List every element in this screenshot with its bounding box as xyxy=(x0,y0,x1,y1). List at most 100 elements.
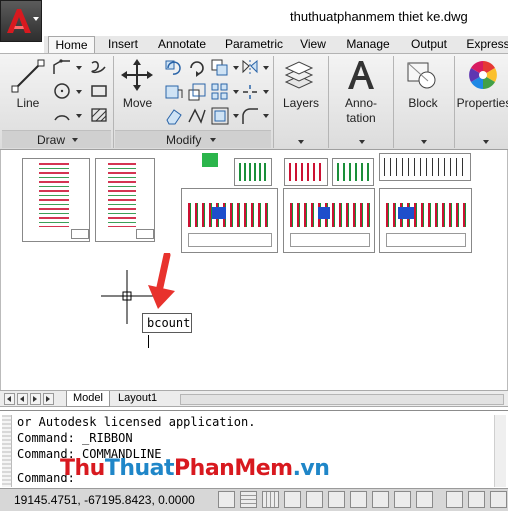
properties-dropdown-icon[interactable] xyxy=(483,140,489,144)
panel-separator xyxy=(113,56,114,148)
block-label[interactable]: Block xyxy=(402,96,444,111)
annotation-dropdown-icon[interactable] xyxy=(359,140,365,144)
draw-panel-title[interactable]: Draw xyxy=(37,133,65,147)
layers-dropdown-icon[interactable] xyxy=(298,140,304,144)
line-icon[interactable] xyxy=(10,58,46,94)
stretch-icon[interactable] xyxy=(164,82,184,102)
infer-constraints-button[interactable] xyxy=(218,491,235,508)
tab-output[interactable]: Output xyxy=(404,36,454,53)
offset-icon[interactable] xyxy=(210,106,230,126)
application-menu-button[interactable] xyxy=(0,0,42,42)
drawing-sheet[interactable] xyxy=(181,188,278,253)
draw-panel-expand-icon[interactable] xyxy=(72,138,78,142)
fillet-icon[interactable] xyxy=(240,106,260,126)
layout-tab-bar: Model Layout1 xyxy=(0,390,508,407)
drawing-sheet[interactable] xyxy=(284,158,328,186)
properties-label[interactable]: Properties xyxy=(456,96,508,111)
status-bar: 19145.4751, -67195.8423, 0.0000 xyxy=(0,488,508,511)
copy-dropdown-icon[interactable] xyxy=(233,66,239,70)
ortho-mode-button[interactable] xyxy=(284,491,301,508)
modify-panel-title[interactable]: Modify xyxy=(166,133,201,147)
properties-color-wheel-icon[interactable] xyxy=(466,58,500,92)
lineweight-button[interactable] xyxy=(416,491,433,508)
mirror-icon[interactable] xyxy=(240,58,260,78)
model-space-button[interactable] xyxy=(446,491,463,508)
quick-view-layouts-button[interactable] xyxy=(468,491,485,508)
arc-dropdown-icon[interactable] xyxy=(76,114,82,118)
explode-dropdown-icon[interactable] xyxy=(263,90,269,94)
dynamic-ucs-button[interactable] xyxy=(372,491,389,508)
tab-view[interactable]: View xyxy=(295,36,331,53)
mirror-dropdown-icon[interactable] xyxy=(263,66,269,70)
copy-icon[interactable] xyxy=(210,58,230,78)
cursor-coordinates: 19145.4751, -67195.8423, 0.0000 xyxy=(14,493,195,507)
object-snap-button[interactable] xyxy=(328,491,345,508)
drawing-sheet[interactable] xyxy=(234,158,272,186)
fillet-dropdown-icon[interactable] xyxy=(263,114,269,118)
dynamic-input-button[interactable] xyxy=(394,491,411,508)
snap-mode-button[interactable] xyxy=(240,491,257,508)
offset-dropdown-icon[interactable] xyxy=(233,114,239,118)
polyline-icon[interactable] xyxy=(52,58,72,76)
line-tool-label[interactable]: Line xyxy=(14,96,42,111)
quick-view-drawings-button[interactable] xyxy=(490,491,507,508)
drawing-sheet[interactable] xyxy=(332,158,374,186)
explode-icon[interactable] xyxy=(240,82,260,102)
erase-icon[interactable] xyxy=(164,106,184,126)
tab-parametric[interactable]: Parametric xyxy=(220,36,288,53)
rotate-icon[interactable] xyxy=(164,58,184,78)
layers-icon[interactable] xyxy=(282,60,316,92)
drawing-sheet[interactable] xyxy=(379,153,471,181)
arc-icon[interactable] xyxy=(52,106,72,124)
move-icon[interactable] xyxy=(120,58,154,92)
rectangle-icon[interactable] xyxy=(89,82,109,100)
move-tool-label[interactable]: Move xyxy=(121,96,154,111)
first-layout-button[interactable] xyxy=(4,393,15,405)
text-annotation-icon[interactable] xyxy=(344,58,378,92)
polar-tracking-button[interactable] xyxy=(306,491,323,508)
modify-panel-expand-icon[interactable] xyxy=(210,138,216,142)
tab-home[interactable]: Home xyxy=(48,36,95,54)
last-layout-button[interactable] xyxy=(43,393,54,405)
drawing-sheet[interactable] xyxy=(95,158,155,242)
dynamic-command-input-text: bcount xyxy=(147,316,191,330)
trim-icon[interactable] xyxy=(187,58,207,78)
array-dropdown-icon[interactable] xyxy=(233,90,239,94)
tab-insert[interactable]: Insert xyxy=(101,36,145,53)
circle-icon[interactable] xyxy=(52,82,72,100)
tab-annotate[interactable]: Annotate xyxy=(151,36,213,53)
grid-display-button[interactable] xyxy=(262,491,279,508)
dynamic-command-input[interactable]: bcount xyxy=(142,313,192,348)
annotation-label-line2[interactable]: tation xyxy=(340,111,382,126)
block-dropdown-icon[interactable] xyxy=(421,140,427,144)
spline-icon[interactable] xyxy=(89,58,109,76)
command-window-scrollbar[interactable] xyxy=(494,415,506,487)
block-icon[interactable] xyxy=(405,58,439,92)
drawing-sheet[interactable] xyxy=(379,188,472,253)
tab-express[interactable]: Express xyxy=(463,36,508,53)
next-layout-button[interactable] xyxy=(30,393,41,405)
object-snap-tracking-button[interactable] xyxy=(350,491,367,508)
drawing-canvas[interactable] xyxy=(0,150,508,390)
array-icon[interactable] xyxy=(210,82,230,102)
previous-layout-button[interactable] xyxy=(17,393,28,405)
chevron-down-icon xyxy=(33,17,39,21)
red-arrow-pointer-icon xyxy=(148,253,175,309)
ribbon-tab-bar: Home Insert Annotate Parametric View Man… xyxy=(44,36,508,54)
tab-manage[interactable]: Manage xyxy=(341,36,395,53)
command-window-grip[interactable] xyxy=(2,415,12,487)
join-icon[interactable] xyxy=(187,106,207,126)
drawing-sheet[interactable] xyxy=(283,188,375,253)
polyline-dropdown-icon[interactable] xyxy=(76,66,82,70)
drawing-fragment[interactable] xyxy=(202,153,218,167)
drawing-sheet[interactable] xyxy=(22,158,90,242)
layout-tab-layout1[interactable]: Layout1 xyxy=(112,391,163,407)
scale-icon[interactable] xyxy=(187,82,207,102)
layers-label[interactable]: Layers xyxy=(280,96,322,111)
layout-tab-model[interactable]: Model xyxy=(66,391,110,407)
horizontal-scrollbar[interactable] xyxy=(180,394,504,405)
circle-dropdown-icon[interactable] xyxy=(76,90,82,94)
command-history-line: Command: _RIBBON xyxy=(17,431,133,445)
hatch-icon[interactable] xyxy=(89,106,109,124)
annotation-label-line1[interactable]: Anno- xyxy=(340,96,382,111)
